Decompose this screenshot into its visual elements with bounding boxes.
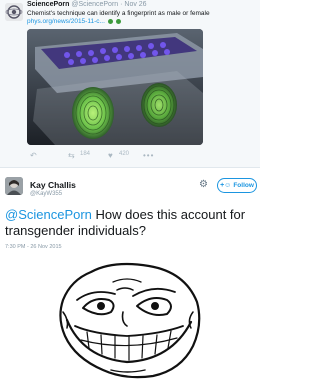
tweet-text: Chemist's technique can identify a finge… <box>27 10 210 17</box>
author-name[interactable]: SciencePorn <box>27 1 69 8</box>
author-handle[interactable]: @KayW355 <box>30 191 62 197</box>
scienceporn-avatar[interactable] <box>5 3 23 21</box>
retweet-count: 184 <box>80 151 91 157</box>
author-handle-date[interactable]: @SciencePorn · Nov 26 <box>71 1 146 8</box>
like-count: 420 <box>119 151 130 157</box>
article-link[interactable]: phys.org/news/2015-11-c... <box>27 18 105 25</box>
troll-face-image <box>53 262 203 380</box>
quoted-tweet[interactable]: SciencePorn @SciencePorn · Nov 26 Chemis… <box>0 0 260 167</box>
more-icon[interactable]: ••• <box>143 151 154 160</box>
tweet-header: SciencePorn @SciencePorn · Nov 26 <box>27 1 147 8</box>
tweet-link-row: phys.org/news/2015-11-c... <box>27 18 121 25</box>
tweet-actions: ↶ ⇆ 184 ♥ 420 ••• <box>30 151 180 161</box>
retweet-icon[interactable]: ⇆ <box>68 151 75 160</box>
tweet-photo[interactable] <box>27 29 203 145</box>
mention-link[interactable]: @SciencePorn <box>5 207 92 222</box>
tweet-timestamp[interactable]: 7:30 PM - 26 Nov 2015 <box>5 244 62 250</box>
follow-label: Follow <box>233 182 254 189</box>
emoji-icon <box>115 19 121 24</box>
add-user-icon: +☺ <box>220 182 232 189</box>
tweet-text: @SciencePorn How does this account for t… <box>5 207 257 239</box>
follow-button[interactable]: +☺ Follow <box>217 178 257 193</box>
kay-challis-avatar[interactable] <box>5 177 23 195</box>
reply-icon[interactable]: ↶ <box>30 151 37 160</box>
author-name[interactable]: Kay Challis <box>30 180 76 190</box>
gear-icon[interactable]: ⚙ <box>199 179 208 190</box>
tweet-divider <box>0 167 260 168</box>
heart-icon[interactable]: ♥ <box>108 151 113 160</box>
emoji-icon <box>107 19 113 24</box>
